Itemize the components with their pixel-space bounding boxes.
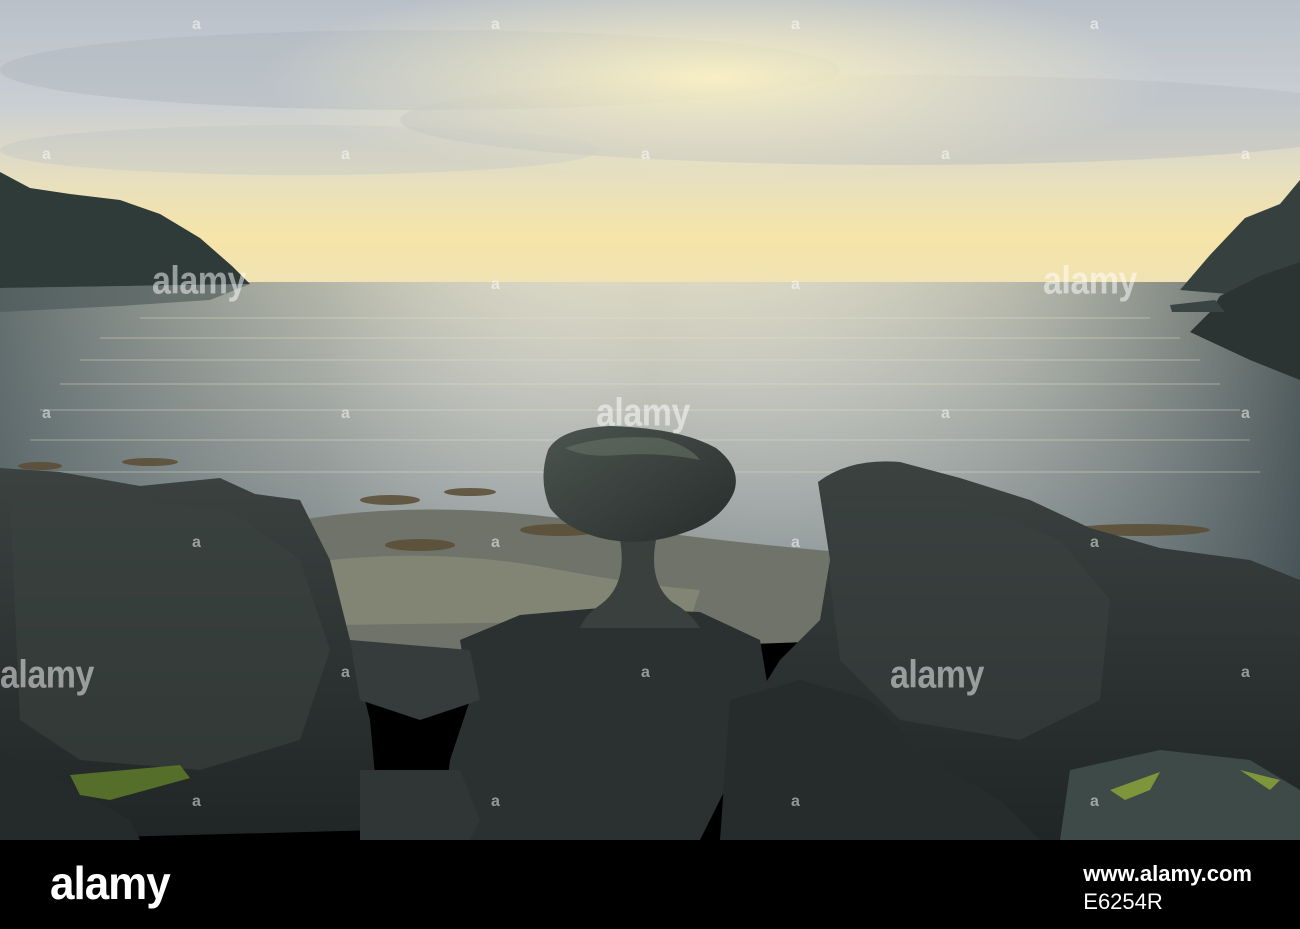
center-rock-slab [360, 770, 480, 840]
center-rock-slab [350, 640, 480, 720]
image-id: E6254R [1083, 889, 1163, 914]
image-info: www.alamy.com E6254R [1083, 862, 1252, 914]
photo: alamy alamy alamy alamy alamy a a a a a … [0, 0, 1300, 929]
site-url: www.alamy.com [1083, 861, 1252, 886]
center-rock-pile [440, 608, 770, 840]
footer-bar: alamy www.alamy.com E6254R [0, 840, 1300, 929]
landscape-photo [0, 0, 1300, 840]
alamy-logo: alamy [50, 858, 171, 910]
